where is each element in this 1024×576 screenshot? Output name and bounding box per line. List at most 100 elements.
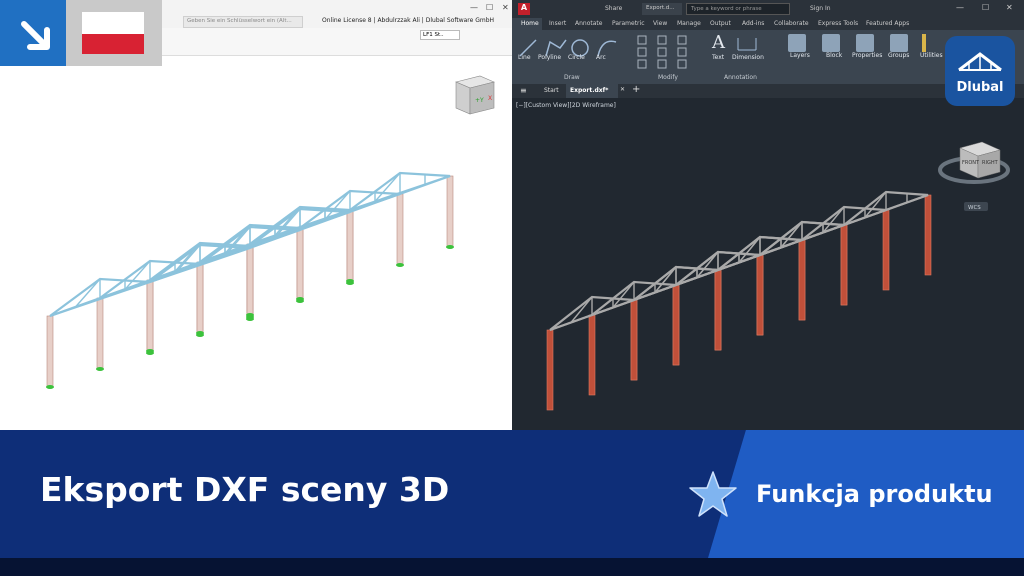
column xyxy=(346,209,354,281)
banner-title: Eksport DXF sceny 3D xyxy=(40,470,450,509)
bottom-strip xyxy=(0,558,1024,576)
layers-button[interactable]: Layers xyxy=(790,52,810,59)
feature-label: Funkcja produktu xyxy=(756,480,993,508)
column xyxy=(630,299,638,381)
tab-insert[interactable]: Insert xyxy=(549,20,566,27)
arrow-down-right-icon xyxy=(21,21,50,50)
dimension-tool-button[interactable]: Dimension xyxy=(732,54,764,61)
support-icon xyxy=(46,385,54,389)
cube-front-label: FRONT xyxy=(962,160,980,166)
longitudinal-beam xyxy=(717,194,929,271)
arrow-badge xyxy=(0,0,66,66)
column xyxy=(840,224,848,306)
text-tool-button[interactable]: Text xyxy=(712,54,724,61)
tab-add-ins[interactable]: Add-ins xyxy=(742,20,764,27)
column xyxy=(246,243,254,315)
groups-icon xyxy=(890,34,908,52)
autocad-search-input[interactable]: Type a keyword or phrase xyxy=(686,3,790,15)
properties-button[interactable]: Properties xyxy=(852,52,882,59)
polyline-tool-button[interactable]: Polyline xyxy=(538,54,561,61)
support-icon xyxy=(346,279,354,283)
cube-x-label: X xyxy=(488,95,492,102)
tab-manage[interactable]: Manage xyxy=(677,20,701,27)
dimension-icon xyxy=(737,38,757,51)
column xyxy=(714,269,722,351)
text-icon: A xyxy=(712,32,725,53)
autocad-drawing-area[interactable]: FRONT RIGHT WCS xyxy=(512,98,1024,430)
ribbon-tabs: Home Insert Annotate Parametric View Man… xyxy=(512,18,1024,30)
tab-home[interactable]: Home xyxy=(512,18,542,30)
groups-button[interactable]: Groups xyxy=(888,52,909,59)
close-tab-icon[interactable]: ✕ xyxy=(620,86,625,93)
flag-poland-icon xyxy=(82,12,144,34)
column xyxy=(96,297,104,369)
tab-collaborate[interactable]: Collaborate xyxy=(774,20,809,27)
rfem-toolbar-row-2 xyxy=(162,42,512,56)
tab-start[interactable]: Start xyxy=(544,87,559,94)
minimize-icon[interactable]: — xyxy=(956,3,964,12)
autocad-logo-icon[interactable]: A xyxy=(518,3,530,15)
column xyxy=(882,209,890,291)
column xyxy=(546,329,554,411)
column xyxy=(296,227,304,299)
tab-output[interactable]: Output xyxy=(710,20,731,27)
wcs-label[interactable]: WCS xyxy=(968,205,981,211)
support-icon xyxy=(246,313,254,317)
dlubal-bridge-icon xyxy=(958,52,1002,72)
share-button[interactable]: Share xyxy=(605,5,622,12)
column xyxy=(396,193,404,265)
close-icon[interactable]: ✕ xyxy=(1006,3,1013,12)
file-title: Export.d... xyxy=(642,3,682,15)
support-icon xyxy=(446,245,454,249)
utilities-icon xyxy=(922,34,926,52)
properties-icon xyxy=(856,34,874,52)
tab-express-tools[interactable]: Express Tools xyxy=(818,20,858,27)
column xyxy=(798,239,806,321)
tab-annotate[interactable]: Annotate xyxy=(575,20,602,27)
maximize-icon[interactable]: ☐ xyxy=(486,3,493,12)
window-title: Online License 8 | Abdulrzzak Ali | Dlub… xyxy=(322,17,495,24)
block-button[interactable]: Block xyxy=(826,52,842,59)
close-icon[interactable]: ✕ xyxy=(502,3,509,12)
column xyxy=(672,284,680,366)
arc-tool-button[interactable]: Arc xyxy=(596,54,606,61)
flag-poland-red-stripe xyxy=(82,34,144,54)
column xyxy=(46,315,54,387)
search-input[interactable]: Geben Sie ein Schlüsselwort ein (Alt... xyxy=(183,16,303,28)
tab-export-dxf[interactable]: Export.dxf* xyxy=(566,84,618,98)
modify-group-label[interactable]: Modify xyxy=(658,74,678,81)
column xyxy=(196,261,204,333)
column xyxy=(924,194,932,276)
annotation-group-label[interactable]: Annotation xyxy=(724,74,757,81)
viewport-label[interactable]: [−][Custom View][2D Wireframe] xyxy=(516,102,616,109)
menu-icon[interactable]: ≡ xyxy=(520,86,527,95)
sign-in-button[interactable]: Sign In xyxy=(810,5,831,12)
big-tool-icons xyxy=(786,34,926,54)
circle-tool-button[interactable]: Circle xyxy=(568,54,585,61)
cube-y-label: +Y xyxy=(475,97,484,104)
brand-name: Dlubal xyxy=(956,80,1004,95)
tab-view[interactable]: View xyxy=(653,20,667,27)
star-icon xyxy=(689,471,737,517)
block-icon xyxy=(822,34,840,52)
line-tool-button[interactable]: Line xyxy=(518,54,531,61)
column xyxy=(588,314,596,396)
tab-featured-apps[interactable]: Featured Apps xyxy=(866,20,909,27)
utilities-button[interactable]: Utilities xyxy=(920,52,943,59)
autocad-titlebar: A Share Export.d... Type a keyword or ph… xyxy=(512,0,1024,18)
modify-tool-icons[interactable] xyxy=(636,34,706,70)
tab-parametric[interactable]: Parametric xyxy=(612,20,645,27)
support-icon xyxy=(196,331,204,335)
draw-group-label[interactable]: Draw xyxy=(564,74,580,81)
load-case-select[interactable]: LF1 St.. xyxy=(420,30,460,40)
support-icon xyxy=(296,297,304,301)
new-tab-icon[interactable]: + xyxy=(632,84,640,95)
support-icon xyxy=(396,263,404,267)
autocad-view-cube-icon[interactable]: FRONT RIGHT xyxy=(938,141,1010,184)
minimize-icon[interactable]: — xyxy=(470,3,478,12)
dlubal-logo: Dlubal xyxy=(945,36,1015,106)
column xyxy=(756,254,764,336)
view-cube-icon[interactable]: +Y X xyxy=(450,70,498,118)
column xyxy=(146,279,154,351)
maximize-icon[interactable]: ☐ xyxy=(982,3,989,12)
